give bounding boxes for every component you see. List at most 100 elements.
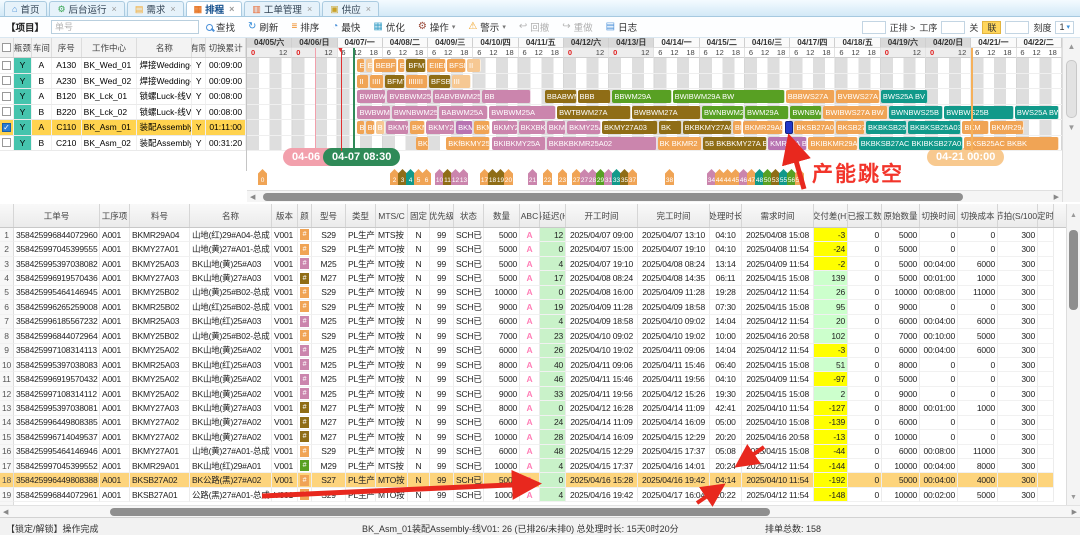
order-tag[interactable]: 11 [443,169,452,185]
gantt-bar[interactable]: BKBKSB25A03 [908,121,961,134]
gantt-bar[interactable]: BK BKMR2 [658,137,702,150]
table-row[interactable]: 16358425995464146946A001BKMY27A01山地(黄)27… [0,445,1066,459]
row-checkbox[interactable]: ✓ [2,123,11,132]
table-row[interactable]: 6358425996265259008A001BKMR25B02山地(红)25#… [0,300,1066,314]
table-row[interactable]: 1358425996844072960A001BKMR29A04山地(红)29#… [0,228,1066,242]
gantt-bar[interactable]: III [452,75,472,88]
gantt-bar[interactable]: BKSB27A0 [836,121,865,134]
col-header-qty[interactable]: 数量 [484,204,520,227]
scroll-up-icon[interactable]: ▲ [1063,42,1080,51]
link-input[interactable] [1005,21,1029,34]
order-tag[interactable]: 21 [528,169,537,185]
table-row[interactable]: 2358425997045399555A001BKMY27A01山地(黄)27#… [0,242,1066,256]
table-row[interactable]: 14358425996449808385A001BKMY27A02BK山地(黄)… [0,416,1066,430]
order-tag[interactable]: 55 [779,169,788,185]
gantt-bar[interactable]: BABWM25A [439,106,488,119]
gantt-bar[interactable]: BB [482,90,530,103]
col-header-part[interactable]: 料号 [130,204,190,227]
table-row[interactable]: 7358425996185567232A001BKMR25A03BK山地(红)2… [0,315,1066,329]
tab-workorder[interactable]: ▥工单管理× [244,1,320,16]
order-tag[interactable]: 44 [723,169,732,185]
table-row[interactable]: 17358425997045399552A001BKMR29A01BK山地(红)… [0,459,1066,473]
gantt-bar[interactable]: BKMY25B0.BKM [426,121,455,134]
tab-close-icon[interactable]: × [229,4,234,14]
order-tag[interactable]: 46 [739,169,748,185]
order-tag[interactable]: 10 [435,169,444,185]
order-tag[interactable]: 27 [580,169,589,185]
gantt-bar[interactable]: BWTBWM27A [557,106,631,119]
gantt-bar[interactable]: BKBKMY27A02 [683,121,732,134]
gantt-bar[interactable]: BWIBWS27A BW [823,106,888,119]
col-header-fix[interactable]: 固定 [408,204,430,227]
sort-button[interactable]: ≡排序 [291,20,319,34]
scroll-right-icon[interactable]: ▶ [1054,193,1059,201]
off-label[interactable]: 关 [969,21,978,34]
row-checkbox[interactable] [2,61,11,70]
tab-close-icon[interactable]: × [170,4,175,14]
col-header-name[interactable]: 名称 [190,204,272,227]
gantt-bar[interactable]: IIIIIII [406,75,428,88]
gantt-bar[interactable]: BBB [578,90,612,103]
scroll-up-icon[interactable]: ▲ [1067,212,1080,219]
order-tag[interactable]: 44 [715,169,724,185]
order-tag[interactable]: 0 [258,169,267,185]
tab-close-icon[interactable]: × [112,4,117,14]
gantt-bar[interactable]: EIIEIIE [427,59,446,72]
order-tag[interactable]: 6 [422,169,431,185]
tab-close-icon[interactable]: × [366,4,371,14]
order-search-input[interactable] [51,20,199,34]
operate-button[interactable]: ⚙操作▾ [418,20,456,34]
order-tag[interactable]: 28 [588,169,597,185]
gantt-bar[interactable]: 5B BKBKMY27A BK [703,137,767,150]
tab-close-icon[interactable]: × [307,4,312,14]
gantt-bar[interactable]: BBABWM27A [545,90,577,103]
order-tag[interactable]: 48 [755,169,764,185]
gantt-bar[interactable]: BWM29A [745,106,789,119]
table-row[interactable]: 9358425997108314113A001BKMY25A02BK山地(黄)2… [0,344,1066,358]
gantt-bar[interactable]: BKSB25AC BKBK [964,137,1059,150]
order-tag[interactable]: 23 [558,169,567,185]
gantt-resource-row[interactable]: YAA130BK_Wed_01焊接Wedding-线V0Y00:09:00 [0,58,246,74]
col-header-takt[interactable]: 节拍(S/100) [998,204,1038,227]
gantt-bar[interactable]: BWIBWM29A BW [673,90,785,103]
gantt-bar[interactable]: BKSB27A01 [794,121,834,134]
col-header-sc[interactable]: 切换成本 [958,204,998,227]
order-tag[interactable]: 2 [390,169,399,185]
col-header-start[interactable]: 开工时间 [566,204,638,227]
gantt-bar[interactable]: BBWM29A [612,90,671,103]
gantt-bar[interactable]: BWNBWM29A [790,106,822,119]
table-vertical-scrollbar[interactable]: ▲ ▼ [1066,204,1080,505]
col-header-st[interactable]: 状态 [454,204,484,227]
scroll-left-icon[interactable]: ◀ [3,508,8,516]
table-row[interactable]: 12358425997108314112A001BKMY25A02BK山地(黄)… [0,387,1066,401]
table-row[interactable]: 19358425996844072961A001BKSB27A01公路(黑)27… [0,488,1066,502]
order-tag[interactable]: 4 [406,169,415,185]
scale-select[interactable]: 1 ▾ [1055,21,1074,34]
col-header-abc[interactable]: ABC [520,204,540,227]
col-header-lock[interactable]: 锁定时间 [1038,204,1054,227]
gantt-bar[interactable]: BWNBWM25A [392,106,439,119]
order-tag[interactable]: 38 [665,169,674,185]
scroll-left-icon[interactable]: ◀ [250,193,255,201]
scroll-down-icon[interactable]: ▼ [1067,494,1080,501]
process-input[interactable] [941,21,965,34]
order-tag[interactable]: 3 [398,169,407,185]
table-row[interactable]: 10358425995397038083A001BKMR25A03BK山地(红)… [0,358,1066,372]
gantt-bar[interactable]: II [467,59,480,72]
gantt-bar[interactable]: BWBWS25B [944,106,1014,119]
gantt-resource-row[interactable]: YBB220BK_Lck_02锁螺Luck-线V02Y00:08:00 [0,105,246,121]
gantt-bar[interactable]: BKMY27A03 [602,121,658,134]
order-tag[interactable]: 19 [496,169,505,185]
col-header-mts[interactable]: MTS/C [376,204,408,227]
table-row[interactable]: 18358425996449808388A001BKSB27A02BK公路(黑)… [0,473,1066,487]
row-checkbox[interactable] [2,138,11,147]
col-header-end[interactable]: 完工时间 [638,204,710,227]
table-row[interactable]: 13358425995397038081A001BKMY27A03BK山地(黄)… [0,401,1066,415]
gantt-bar[interactable]: BKMY25B [492,121,518,134]
col-header-pri[interactable]: 优先级 [430,204,454,227]
order-tag[interactable]: 20 [504,169,513,185]
order-tag[interactable]: 27 [572,169,581,185]
gantt-bar[interactable]: BFSBB [429,75,451,88]
schedule-mode-input[interactable] [862,21,886,34]
gantt-bar[interactable]: BKBKSB27AC BKIBKSB27A01 [859,137,963,150]
